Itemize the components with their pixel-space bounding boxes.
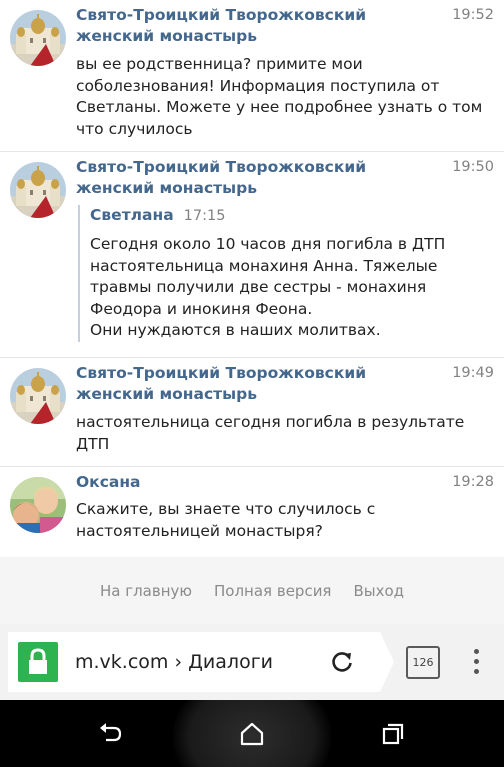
browser-toolbar: m.vk.com › Диалоги 126: [0, 624, 504, 700]
forwarded-text-2: Они нуждаются в наших молитвах.: [90, 321, 381, 339]
home-link[interactable]: На главную: [100, 582, 192, 600]
forwarded-text: Сегодня около 10 часов дня погибла в ДТП…: [90, 235, 446, 318]
message-time: 19:49: [452, 365, 494, 381]
avatar[interactable]: [10, 368, 66, 424]
message-text: вы ее родственница? примите мои соболезн…: [76, 55, 483, 138]
overflow-menu-icon[interactable]: [465, 646, 487, 680]
message-author[interactable]: Свято-Троицкий Творожковский женский мон…: [76, 5, 492, 47]
home-icon[interactable]: [238, 720, 266, 748]
footer-nav: На главную Полная версия Выход: [0, 557, 504, 624]
full-version-link[interactable]: Полная версия: [214, 582, 331, 600]
message-time: 19:52: [452, 7, 494, 23]
reload-icon[interactable]: [328, 648, 356, 676]
lock-icon[interactable]: [18, 642, 58, 682]
url-bar[interactable]: m.vk.com › Диалоги: [8, 632, 394, 692]
forwarded-author[interactable]: Светлана 17:15: [90, 205, 492, 227]
avatar[interactable]: [10, 162, 66, 218]
dialog-list: Свято-Троицкий Творожковский женский мон…: [0, 0, 504, 557]
message-item[interactable]: Оксана 19:28 Скажите, вы знаете что случ…: [0, 467, 504, 557]
message-item[interactable]: Свято-Троицкий Творожковский женский мон…: [0, 152, 504, 358]
forwarded-time: 17:15: [183, 208, 226, 224]
logout-link[interactable]: Выход: [353, 582, 404, 600]
message-item[interactable]: Свято-Троицкий Творожковский женский мон…: [0, 0, 504, 152]
avatar[interactable]: [10, 10, 66, 66]
recents-icon[interactable]: [379, 720, 407, 748]
message-text: настоятельница сегодня погибла в результ…: [76, 413, 465, 453]
message-author[interactable]: Свято-Троицкий Творожковский женский мон…: [76, 363, 492, 405]
system-navigation-bar: [0, 700, 504, 767]
tabs-counter-icon[interactable]: 126: [406, 646, 440, 679]
message-time: 19:28: [452, 474, 494, 490]
message-author[interactable]: Свято-Троицкий Творожковский женский мон…: [76, 157, 492, 199]
forwarded-message: Светлана 17:15 Сегодня около 10 часов дня…: [78, 205, 492, 342]
url-text[interactable]: m.vk.com › Диалоги: [75, 649, 273, 675]
message-author[interactable]: Оксана: [76, 472, 492, 493]
forwarded-author-name[interactable]: Светлана: [90, 206, 174, 224]
screen: Свято-Троицкий Творожковский женский мон…: [0, 0, 504, 767]
back-icon[interactable]: [97, 720, 125, 748]
message-text: Скажите, вы знаете что случилось с насто…: [76, 500, 376, 540]
message-item[interactable]: Свято-Троицкий Творожковский женский мон…: [0, 358, 504, 467]
avatar[interactable]: [10, 477, 66, 533]
message-time: 19:50: [452, 159, 494, 175]
